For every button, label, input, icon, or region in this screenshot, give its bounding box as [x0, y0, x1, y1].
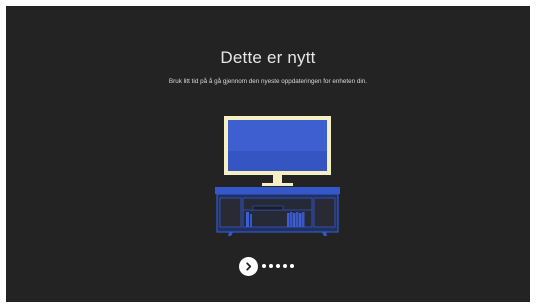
tv-screen-shade	[228, 151, 327, 171]
next-button[interactable]	[239, 256, 258, 276]
page-subtitle: Bruk litt tid på å gå gjennom den nyeste…	[168, 78, 368, 85]
page-title: Dette er nytt	[220, 48, 316, 67]
pager	[239, 256, 297, 276]
page-dot	[283, 264, 287, 268]
page-dot	[276, 264, 280, 268]
page-dot	[262, 264, 266, 268]
console-device	[252, 205, 284, 211]
tv-illustration	[215, 116, 340, 236]
whats-new-screen: Dette er nytt Bruk litt tid på å gå gjen…	[6, 6, 530, 302]
tv-stand-neck	[273, 175, 282, 183]
console-leg-left	[228, 232, 233, 236]
tv-stand-base	[262, 183, 293, 186]
console-top	[215, 187, 340, 194]
console-left-door	[219, 197, 242, 228]
console-leg-right	[322, 232, 327, 236]
chevron-right-icon	[246, 261, 252, 271]
page-dot	[290, 264, 294, 268]
page-dot	[269, 264, 273, 268]
console-right-door	[313, 197, 336, 228]
console-center	[242, 197, 313, 228]
